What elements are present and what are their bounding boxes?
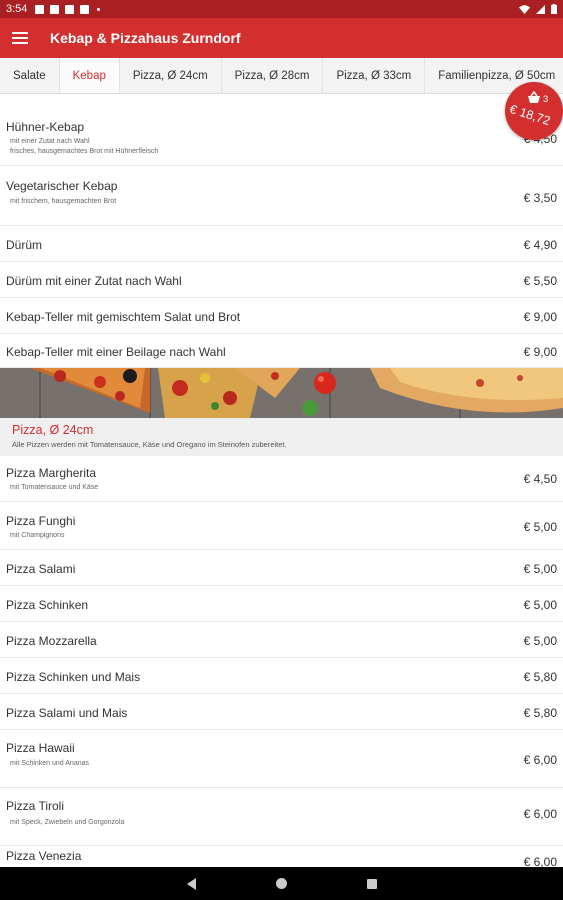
system-nav-bar	[0, 867, 563, 900]
back-icon[interactable]	[187, 878, 196, 890]
item-price: € 5,50	[523, 274, 557, 288]
notification-icon	[50, 4, 60, 14]
menu-list: Hühner-Kebap mit einer Zutat nach Wahl f…	[0, 94, 563, 867]
item-price: € 5,00	[523, 598, 557, 612]
notification-icon	[65, 4, 75, 14]
menu-item-pizza-tiroli[interactable]: Pizza Tiroli mit Speck, Zwiebeln und Gor…	[0, 788, 563, 846]
tab-pizza-28[interactable]: Pizza, Ø 28cm	[222, 58, 324, 93]
item-price: € 4,90	[523, 238, 557, 252]
menu-item-pizza-hawaii[interactable]: Pizza Hawaii mit Schinken und Ananas € 6…	[0, 730, 563, 788]
item-price: € 5,80	[523, 670, 557, 684]
item-description: mit Speck, Zwiebeln und Gorgonzola	[10, 819, 125, 826]
item-price: € 5,00	[523, 520, 557, 534]
item-name: Pizza Funghi	[6, 514, 76, 528]
item-price: € 3,50	[523, 191, 557, 205]
cart-total: € 18,72	[507, 101, 552, 129]
item-description: frisches, hausgemachtes Brot mit Hühnerf…	[10, 148, 159, 155]
wifi-icon	[519, 4, 530, 14]
item-name: Vegetarischer Kebap	[6, 179, 118, 193]
notification-icon	[80, 4, 90, 14]
menu-icon[interactable]	[12, 32, 28, 44]
menu-item-pizza-schinken-mais[interactable]: Pizza Schinken und Mais € 5,80	[0, 658, 563, 694]
item-name: Dürüm	[6, 238, 43, 252]
more-notifications-icon	[97, 7, 101, 11]
item-name: Pizza Salami	[6, 562, 76, 576]
item-name: Pizza Tiroli	[6, 799, 65, 813]
status-bar: 3:54	[0, 0, 563, 18]
tab-salate[interactable]: Salate	[0, 58, 60, 93]
item-price: € 6,00	[523, 855, 557, 867]
menu-item-huehner-kebap[interactable]: Hühner-Kebap mit einer Zutat nach Wahl f…	[0, 108, 563, 166]
signal-icon	[536, 4, 545, 14]
menu-item-kebap-teller-beilage[interactable]: Kebap-Teller mit einer Beilage nach Wahl…	[0, 334, 563, 368]
app-bar: Kebap & Pizzahaus Zurndorf	[0, 18, 563, 58]
tab-kebap[interactable]: Kebap	[59, 58, 120, 93]
item-price: € 5,00	[523, 634, 557, 648]
recent-apps-icon[interactable]	[367, 879, 377, 889]
item-name: Pizza Margherita	[6, 466, 97, 480]
menu-item-pizza-schinken[interactable]: Pizza Schinken € 5,00	[0, 586, 563, 622]
item-name: Pizza Mozzarella	[6, 634, 97, 648]
tab-pizza-24[interactable]: Pizza, Ø 24cm	[120, 58, 222, 93]
menu-item-pizza-salami[interactable]: Pizza Salami € 5,00	[0, 550, 563, 586]
menu-item-pizza-venezia[interactable]: Pizza Venezia € 6,00	[0, 846, 563, 867]
item-name: Pizza Venezia	[6, 849, 82, 863]
category-tabs: Salate Kebap Pizza, Ø 24cm Pizza, Ø 28cm…	[0, 58, 563, 94]
item-price: € 9,00	[523, 345, 557, 359]
battery-icon	[551, 4, 557, 14]
menu-item-pizza-mozzarella[interactable]: Pizza Mozzarella € 5,00	[0, 622, 563, 658]
menu-item-dueruem[interactable]: Dürüm € 4,90	[0, 226, 563, 262]
app-title: Kebap & Pizzahaus Zurndorf	[50, 30, 241, 46]
notification-icon	[35, 4, 45, 14]
section-title: Pizza, Ø 24cm	[12, 423, 94, 437]
pizza-banner-image	[0, 368, 563, 418]
section-description: Alle Pizzen werden mit Tomatensauce, Käs…	[12, 440, 287, 449]
item-price: € 5,80	[523, 706, 557, 720]
status-time: 3:54	[6, 3, 28, 15]
item-price: € 4,50	[523, 472, 557, 486]
menu-item-pizza-salami-mais[interactable]: Pizza Salami und Mais € 5,80	[0, 694, 563, 730]
item-name: Kebap-Teller mit einer Beilage nach Wahl	[6, 345, 226, 359]
menu-item-dueruem-zutat[interactable]: Dürüm mit einer Zutat nach Wahl € 5,50	[0, 262, 563, 298]
item-price: € 5,00	[523, 562, 557, 576]
shopping-basket-icon	[528, 91, 540, 103]
menu-item-kebap-teller-salat[interactable]: Kebap-Teller mit gemischtem Salat und Br…	[0, 298, 563, 334]
menu-item-pizza-margherita[interactable]: Pizza Margherita mit Tomatensauce und Kä…	[0, 456, 563, 502]
item-name: Pizza Hawaii	[6, 741, 75, 755]
item-name: Pizza Salami und Mais	[6, 706, 128, 720]
cart-button[interactable]: 3 € 18,72	[505, 82, 563, 140]
item-name: Dürüm mit einer Zutat nach Wahl	[6, 274, 182, 288]
item-description: mit einer Zutat nach Wahl	[10, 138, 90, 145]
item-description: mit Champignons	[10, 532, 65, 539]
cart-item-count: 3	[543, 94, 549, 105]
tab-pizza-33[interactable]: Pizza, Ø 33cm	[323, 58, 426, 93]
item-name: Pizza Schinken	[6, 598, 89, 612]
section-header-pizza-24: Pizza, Ø 24cm Alle Pizzen werden mit Tom…	[0, 418, 563, 456]
item-price: € 6,00	[523, 807, 557, 821]
menu-item-vegetarischer-kebap[interactable]: Vegetarischer Kebap mit frischem, hausge…	[0, 166, 563, 226]
item-price: € 6,00	[523, 753, 557, 767]
item-name: Kebap-Teller mit gemischtem Salat und Br…	[6, 310, 241, 324]
item-description: mit Schinken und Ananas	[10, 760, 89, 767]
item-description: mit frischem, hausgemachten Brot	[10, 198, 117, 205]
item-price: € 9,00	[523, 310, 557, 324]
menu-item-pizza-funghi[interactable]: Pizza Funghi mit Champignons € 5,00	[0, 502, 563, 550]
item-name: Hühner-Kebap	[6, 120, 85, 134]
home-icon[interactable]	[276, 878, 287, 889]
item-description: mit Tomatensauce und Käse	[10, 484, 99, 491]
item-name: Pizza Schinken und Mais	[6, 670, 141, 684]
